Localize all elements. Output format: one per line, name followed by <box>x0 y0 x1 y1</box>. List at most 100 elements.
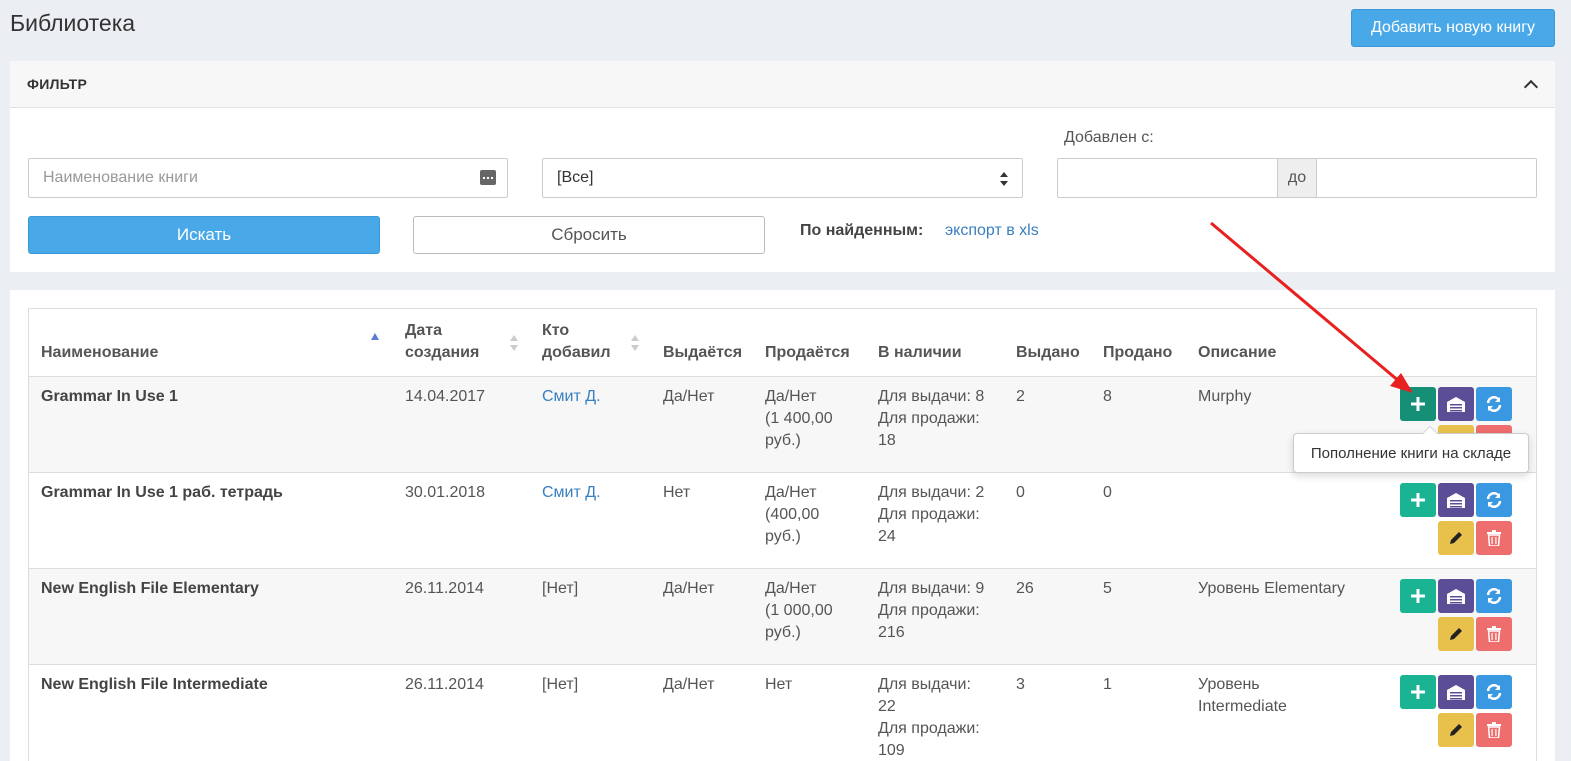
export-xls-link[interactable]: экспорт в xls <box>945 222 1039 240</box>
sort-icon[interactable] <box>631 335 639 351</box>
status-select-value: [Все] <box>557 169 594 186</box>
refresh-button[interactable] <box>1476 386 1512 421</box>
refresh-icon <box>1486 491 1502 508</box>
col-added-by-header[interactable]: Кто добавил <box>530 309 651 377</box>
delete-button[interactable] <box>1476 616 1512 651</box>
filter-title: ФИЛЬТР <box>27 76 88 92</box>
restock-button[interactable] <box>1400 482 1436 517</box>
refresh-button[interactable] <box>1476 482 1512 517</box>
book-name: New English File Elementary <box>29 568 393 665</box>
status-select[interactable]: [Все] <box>542 158 1023 198</box>
book-lent: 2 <box>1004 376 1091 473</box>
book-lend: Да/Нет <box>651 664 753 761</box>
edit-button[interactable] <box>1438 520 1474 555</box>
date-from-label: Добавлен с: <box>1064 129 1154 146</box>
book-description: Уровень Elementary <box>1186 568 1400 665</box>
book-sell: Да/Нет (1 000,00 руб.) <box>753 568 866 665</box>
col-created-header[interactable]: Дата создания <box>393 309 530 377</box>
refresh-button[interactable] <box>1476 578 1512 613</box>
book-added-by: [Нет] <box>530 664 651 761</box>
restock-button[interactable] <box>1400 386 1436 421</box>
chevron-up-icon[interactable] <box>1523 79 1539 95</box>
book-stock: Для выдачи: 2 Для продажи: 24 <box>866 472 1004 569</box>
page-title: Библиотека <box>10 10 136 36</box>
table-header-row: Наименование Дата создания Кто добавил Выд… <box>29 309 1536 377</box>
book-date: 14.04.2017 <box>393 376 530 473</box>
book-name: Grammar In Use 1 <box>29 376 393 473</box>
restock-button[interactable] <box>1400 578 1436 613</box>
edit-button[interactable] <box>1438 712 1474 747</box>
pencil-icon <box>1450 627 1462 640</box>
refresh-icon <box>1486 587 1502 604</box>
books-table-wrap: Наименование Дата создания Кто добавил Выд… <box>28 308 1537 761</box>
user-link[interactable]: Смит Д. <box>542 484 601 501</box>
delete-button[interactable] <box>1476 712 1512 747</box>
search-button[interactable]: Искать <box>28 216 380 254</box>
sort-icon[interactable] <box>510 335 518 351</box>
table-row: New English File Elementary 26.11.2014 [… <box>29 568 1536 665</box>
col-lend-header: Выдаётся <box>651 309 753 377</box>
book-description <box>1186 472 1400 569</box>
date-separator: до <box>1277 159 1317 197</box>
warehouse-icon <box>1447 684 1465 700</box>
date-range-group: до <box>1057 158 1537 198</box>
book-stock: Для выдачи: 22 Для продажи: 109 <box>866 664 1004 761</box>
warehouse-icon <box>1447 492 1465 508</box>
table-panel: Наименование Дата создания Кто добавил Выд… <box>10 290 1555 761</box>
refresh-button[interactable] <box>1476 674 1512 709</box>
warehouse-button[interactable] <box>1438 578 1474 613</box>
plus-icon <box>1411 492 1425 507</box>
book-name: Grammar In Use 1 раб. тетрадь <box>29 472 393 569</box>
edit-button[interactable] <box>1438 616 1474 651</box>
warehouse-button[interactable] <box>1438 674 1474 709</box>
book-name-field <box>28 158 508 198</box>
refresh-icon <box>1486 395 1502 412</box>
table-row: New English File Intermediate 26.11.2014… <box>29 664 1536 761</box>
date-to-input[interactable] <box>1317 159 1536 197</box>
restock-tooltip: Пополнение книги на складе <box>1293 426 1529 473</box>
book-name: New English File Intermediate <box>29 664 393 761</box>
book-sold: 0 <box>1091 472 1186 569</box>
col-sold-header: Продано <box>1091 309 1186 377</box>
sort-asc-icon[interactable] <box>371 333 379 340</box>
book-description: Уровень Intermediate <box>1186 664 1400 761</box>
book-actions <box>1400 664 1536 761</box>
warehouse-button[interactable] <box>1438 482 1474 517</box>
book-lend: Нет <box>651 472 753 569</box>
book-lend: Да/Нет <box>651 376 753 473</box>
book-lent: 26 <box>1004 568 1091 665</box>
book-sell: Нет <box>753 664 866 761</box>
col-description-header: Описание <box>1186 309 1400 377</box>
more-dots-icon[interactable] <box>480 170 496 185</box>
book-added-by: Смит Д. <box>530 376 651 473</box>
add-book-button[interactable]: Добавить новую книгу <box>1351 9 1555 47</box>
book-sell: Да/Нет (1 400,00 руб.) <box>753 376 866 473</box>
pencil-icon <box>1450 531 1462 544</box>
book-name-input[interactable] <box>29 159 507 197</box>
trash-icon <box>1487 625 1501 642</box>
user-link[interactable]: Смит Д. <box>542 388 601 405</box>
date-from-input[interactable] <box>1058 159 1277 197</box>
delete-button[interactable] <box>1476 520 1512 555</box>
trash-icon <box>1487 721 1501 738</box>
pencil-icon <box>1450 723 1462 736</box>
book-sold: 8 <box>1091 376 1186 473</box>
plus-icon <box>1411 396 1425 411</box>
found-label: По найденным: <box>800 222 924 239</box>
book-lent: 3 <box>1004 664 1091 761</box>
book-actions <box>1400 472 1536 569</box>
reset-button[interactable]: Сбросить <box>413 216 765 254</box>
book-sold: 1 <box>1091 664 1186 761</box>
book-sold: 5 <box>1091 568 1186 665</box>
book-date: 26.11.2014 <box>393 664 530 761</box>
book-actions <box>1400 568 1536 665</box>
filter-panel: ФИЛЬТР [Все] Добавлен с: до Искать Сброс… <box>10 61 1555 272</box>
refresh-icon <box>1486 683 1502 700</box>
book-lent: 0 <box>1004 472 1091 569</box>
restock-button[interactable] <box>1400 674 1436 709</box>
col-stock-header: В наличии <box>866 309 1004 377</box>
filter-header[interactable]: ФИЛЬТР <box>10 61 1555 108</box>
book-stock: Для выдачи: 9 Для продажи: 216 <box>866 568 1004 665</box>
col-name-header[interactable]: Наименование <box>29 309 393 377</box>
warehouse-button[interactable] <box>1438 386 1474 421</box>
